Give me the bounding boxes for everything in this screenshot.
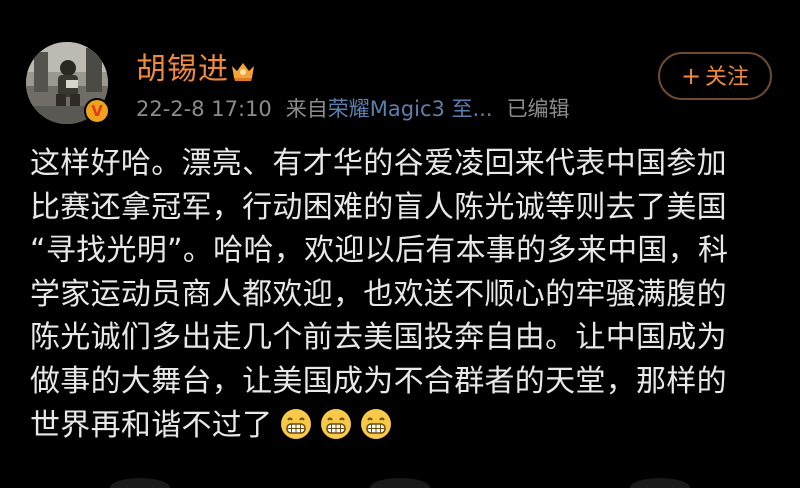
content-line: 这样好哈。漂亮、有才华的谷爱凌回来代表中国参加	[30, 146, 727, 181]
post-meta: 22-2-8 17:10 来自荣耀Magic3 至... 已编辑	[136, 94, 570, 124]
action-bar-hint	[630, 478, 690, 488]
verified-badge: V	[84, 98, 110, 124]
avatar[interactable]: V	[26, 42, 110, 124]
vip-crown-icon	[232, 63, 254, 81]
follow-label: 关注	[705, 65, 750, 90]
post-content: 这样好哈。漂亮、有才华的谷爱凌回来代表中国参加 比赛还拿冠军，行动困难的盲人陈光…	[30, 142, 780, 447]
grin-emoji	[321, 408, 352, 439]
content-line: “寻找光明”。哈哈，欢迎以后有本事的多来中国，科	[30, 233, 729, 269]
grin-emoji	[281, 408, 312, 439]
grin-emoji	[361, 408, 392, 439]
source-device-link[interactable]: 荣耀Magic3 至...	[328, 97, 493, 121]
action-bar-hint	[370, 478, 430, 488]
follow-button[interactable]: + 关注	[658, 52, 772, 100]
content-line-last: 世界再和谐不过了	[30, 404, 780, 448]
content-line: 比赛还拿冠军，行动困难的盲人陈光诚等则去了美国	[30, 189, 727, 225]
edited-label[interactable]: 已编辑	[507, 97, 570, 121]
timestamp: 22-2-8 17:10	[136, 97, 272, 121]
source-prefix: 来自	[285, 97, 328, 121]
username[interactable]: 胡锡进	[136, 50, 229, 90]
content-line: 陈光诚们多出走几个前去美国投奔自由。让中国成为	[30, 320, 727, 356]
action-bar-hint	[110, 478, 170, 488]
content-line: 世界再和谐不过了	[30, 407, 273, 443]
plus-icon: +	[680, 62, 702, 90]
weibo-post: V 胡锡进 22-2-8 17:10 来自荣耀Magic3 至... 已编辑 + 关注…	[0, 0, 800, 488]
content-line: 学家运动员商人都欢迎，也欢送不顺心的牢骚满腹的	[30, 276, 727, 312]
content-line: 做事的大舞台，让美国成为不合群者的天堂，那样的	[30, 363, 727, 399]
